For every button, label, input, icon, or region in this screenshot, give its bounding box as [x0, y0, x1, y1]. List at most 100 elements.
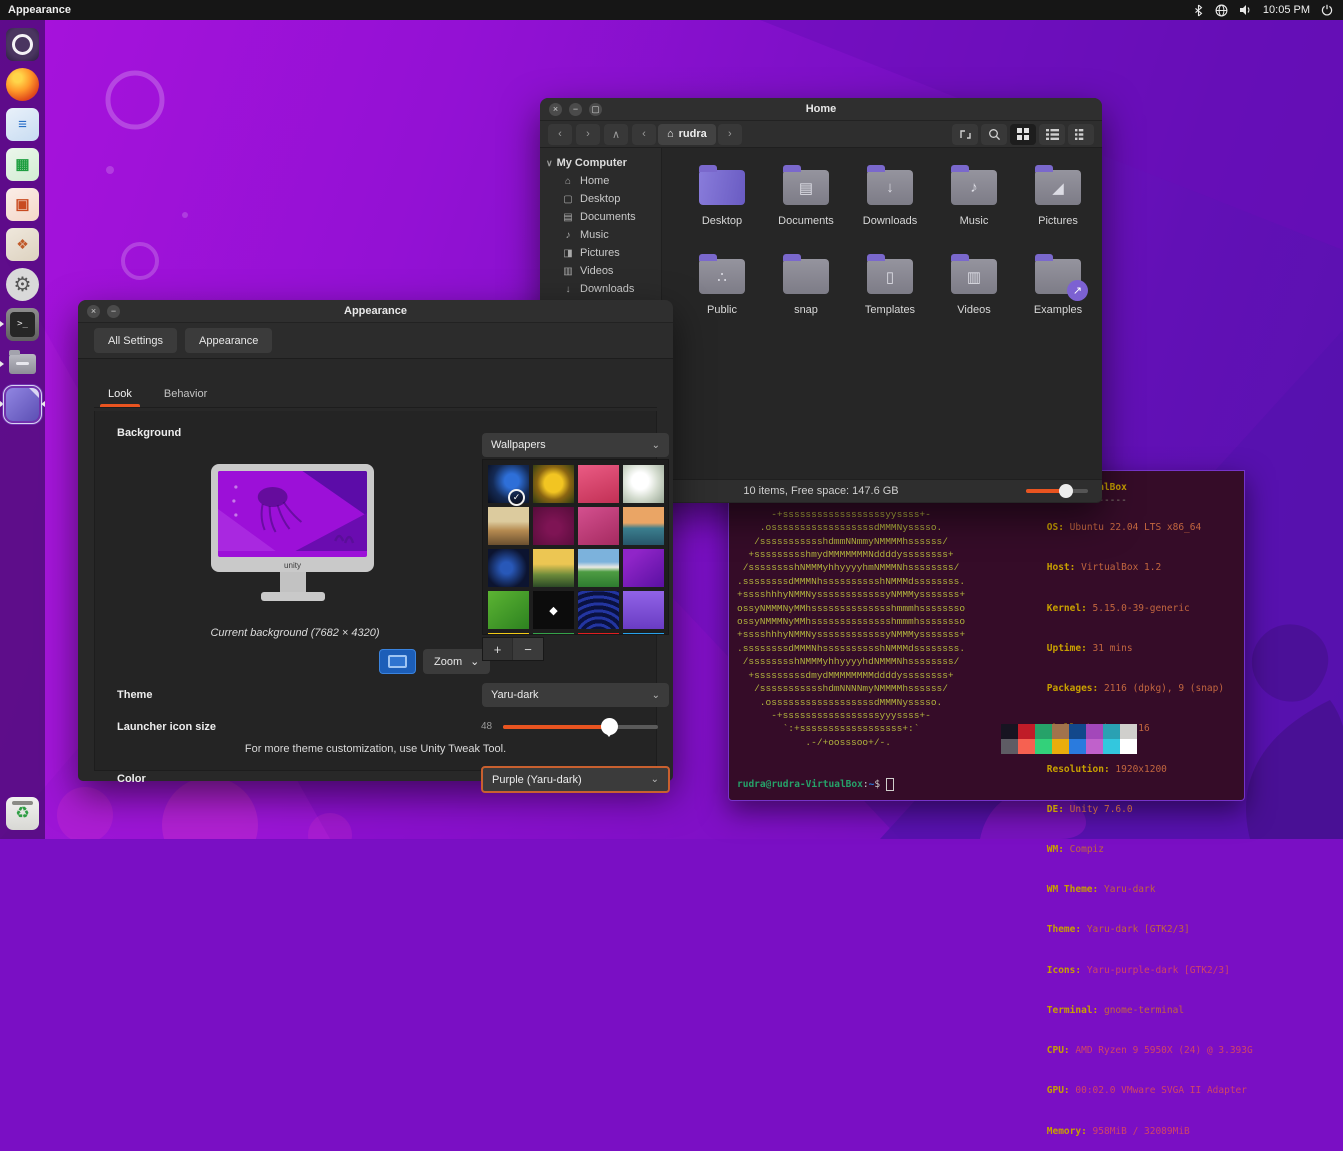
wallpaper-thumbnail[interactable] — [533, 465, 574, 503]
wallpaper-thumbnail[interactable] — [533, 549, 574, 587]
folder-item[interactable]: ▯ Templates — [848, 253, 932, 342]
sidebar-item[interactable]: ⌂ Home — [540, 172, 661, 190]
wallpaper-thumbnail[interactable] — [623, 633, 664, 635]
remove-wallpaper-button[interactable]: − — [513, 638, 543, 660]
launcher-ubuntu-software[interactable]: ❖ — [0, 224, 45, 264]
all-settings-button[interactable]: All Settings — [94, 328, 177, 353]
wallpaper-thumbnail[interactable] — [578, 633, 619, 635]
palette-swatch — [1069, 739, 1086, 754]
folder-label: Templates — [865, 304, 915, 316]
wallpaper-thumbnail[interactable] — [623, 465, 664, 503]
launcher-libreoffice-writer[interactable]: ≡ — [0, 104, 45, 144]
launcher-firefox[interactable] — [0, 64, 45, 104]
terminal-window[interactable]: .-/+oossssoo+/-. `:+ssssssssssssssssss+:… — [728, 470, 1245, 801]
search-icon[interactable] — [981, 124, 1007, 145]
slider-thumb[interactable] — [1059, 484, 1073, 498]
selected-check-icon: ✓ — [508, 489, 525, 506]
launcher-size-slider[interactable] — [503, 725, 658, 729]
folder-item[interactable]: Desktop — [680, 164, 764, 253]
neofetch-info-line: CPU: AMD Ryzen 9 5950X (24) @ 3.393G — [1001, 1031, 1253, 1071]
folder-item[interactable]: ▥ Videos — [932, 253, 1016, 342]
launcher-terminal[interactable]: >_ — [0, 304, 45, 344]
folder-item[interactable]: ♪ Music — [932, 164, 1016, 253]
minimize-icon[interactable]: − — [107, 305, 120, 318]
forward-button[interactable]: › — [576, 124, 600, 145]
wallpaper-thumbnail[interactable] — [578, 591, 619, 629]
launcher-ubuntu-menu[interactable] — [0, 24, 45, 64]
crumb-prev-icon[interactable]: ‹ — [632, 124, 656, 145]
sidebar-item[interactable]: ◨ Pictures — [540, 244, 661, 262]
launcher-libreoffice-impress[interactable]: ▣ — [0, 184, 45, 224]
sidebar-item-icon: ▢ — [562, 194, 574, 205]
wallpaper-thumbnail[interactable] — [488, 549, 529, 587]
zoom-dropdown[interactable]: Zoom ⌄ — [423, 649, 490, 674]
sidebar-item-my-computer[interactable]: ∨ My Computer — [540, 154, 661, 172]
volume-icon[interactable] — [1239, 4, 1252, 16]
folder-item[interactable]: snap — [764, 253, 848, 342]
wallpaper-thumbnail[interactable] — [533, 507, 574, 545]
wallpaper-thumbnail[interactable] — [578, 465, 619, 503]
wallpaper-thumbnail[interactable] — [488, 507, 529, 545]
wallpaper-thumbnail[interactable] — [533, 591, 574, 629]
theme-dropdown[interactable]: Yaru-dark ⌄ — [482, 683, 669, 707]
launcher-appearance[interactable] — [0, 384, 45, 424]
bluetooth-icon[interactable] — [1193, 4, 1204, 17]
clock[interactable]: 10:05 PM — [1263, 4, 1310, 16]
tab-behavior[interactable]: Behavior — [150, 382, 221, 407]
shell-prompt[interactable]: rudra@rudra-VirtualBox:~$ — [737, 778, 894, 791]
slider-thumb[interactable] — [601, 718, 618, 735]
wallpaper-thumbnail[interactable] — [578, 549, 619, 587]
minimize-icon[interactable]: − — [569, 103, 582, 116]
launcher-files[interactable] — [0, 344, 45, 384]
wallpaper-thumbnail[interactable] — [533, 633, 574, 635]
location-entry-button[interactable] — [952, 124, 978, 145]
preview-mode-button[interactable] — [379, 649, 416, 674]
neofetch-info-line: WM: Compiz — [1001, 830, 1253, 870]
sidebar-item[interactable]: ↓ Downloads — [540, 280, 661, 298]
list-view-button[interactable] — [1039, 124, 1065, 145]
close-icon[interactable]: × — [87, 305, 100, 318]
add-wallpaper-button[interactable]: + — [483, 638, 513, 660]
launcher-libreoffice-calc[interactable]: ▦ — [0, 144, 45, 184]
grid-view-button[interactable] — [1010, 124, 1036, 145]
sidebar-item[interactable]: ▤ Documents — [540, 208, 661, 226]
sidebar-item-label: Desktop — [580, 193, 620, 205]
tab-look[interactable]: Look — [94, 382, 146, 407]
network-globe-icon[interactable] — [1215, 4, 1228, 17]
wallpaper-thumbnail[interactable] — [623, 507, 664, 545]
sidebar-item[interactable]: ♪ Music — [540, 226, 661, 244]
folder-item[interactable]: ↗ Examples — [1016, 253, 1100, 342]
close-icon[interactable]: × — [549, 103, 562, 116]
up-button[interactable]: ∧ — [604, 124, 628, 145]
look-behavior-tabs: Look Behavior — [94, 382, 657, 408]
wallpaper-thumbnail[interactable] — [488, 633, 529, 635]
folder-item[interactable]: ◢ Pictures — [1016, 164, 1100, 253]
launcher-trash[interactable]: ♻ — [0, 793, 45, 833]
wallpaper-thumbnail[interactable] — [623, 549, 664, 587]
folder-item[interactable]: ↓ Downloads — [848, 164, 932, 253]
maximize-icon[interactable]: ▢ — [589, 103, 602, 116]
appearance-nav-button[interactable]: Appearance — [185, 328, 272, 353]
sidebar-item[interactable]: ▥ Videos — [540, 262, 661, 280]
back-button[interactable]: ‹ — [548, 124, 572, 145]
wallpaper-source-dropdown[interactable]: Wallpapers ⌄ — [482, 433, 669, 457]
folder-item[interactable]: ▤ Documents — [764, 164, 848, 253]
icon-zoom-slider[interactable] — [1026, 489, 1088, 493]
prompt-symbol: $ — [874, 778, 880, 791]
wallpaper-thumbnail[interactable] — [488, 591, 529, 629]
wallpaper-thumbnail[interactable] — [578, 507, 619, 545]
folder-icon: ▥ — [951, 259, 997, 294]
sidebar-item[interactable]: ▢ Desktop — [540, 190, 661, 208]
appearance-titlebar[interactable]: × − Appearance — [78, 300, 673, 323]
wallpaper-thumbnail[interactable] — [623, 591, 664, 629]
compact-view-button[interactable] — [1068, 124, 1094, 145]
files-titlebar[interactable]: × − ▢ Home — [540, 98, 1102, 121]
crumb-next-icon[interactable]: › — [718, 124, 742, 145]
folder-item[interactable]: ∴ Public — [680, 253, 764, 342]
color-dropdown[interactable]: Purple (Yaru-dark) ⌄ — [481, 766, 670, 793]
power-icon[interactable] — [1321, 4, 1333, 16]
link-badge-icon: ↗ — [1067, 280, 1088, 301]
breadcrumb[interactable]: ⌂ rudra — [658, 124, 716, 145]
palette-swatch — [1052, 724, 1069, 739]
launcher-settings[interactable]: ⚙ — [0, 264, 45, 304]
